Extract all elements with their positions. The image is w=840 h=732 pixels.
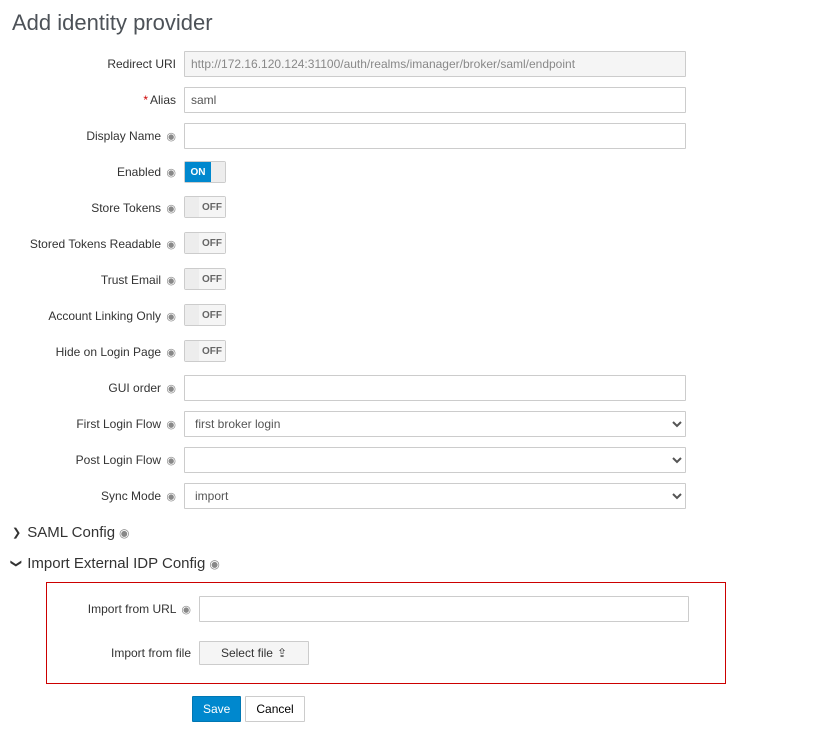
enabled-label: Enabled [117, 165, 161, 179]
help-icon[interactable]: ◉ [166, 491, 176, 503]
import-from-file-label: Import from file [111, 646, 191, 660]
redirect-uri-label: Redirect URI [107, 57, 176, 71]
hide-on-login-toggle[interactable]: OFF [184, 340, 226, 362]
help-icon[interactable]: ◉ [166, 131, 176, 143]
chevron-right-icon: ❯ [12, 526, 21, 539]
stored-tokens-readable-label: Stored Tokens Readable [30, 237, 161, 251]
help-icon[interactable]: ◉ [166, 383, 176, 395]
help-icon[interactable]: ◉ [166, 203, 176, 215]
store-tokens-toggle[interactable]: OFF [184, 196, 226, 218]
account-linking-only-toggle[interactable]: OFF [184, 304, 226, 326]
required-marker: * [143, 93, 148, 107]
enabled-toggle[interactable]: ON [184, 161, 226, 183]
chevron-down-icon: ❯ [10, 559, 23, 568]
help-icon[interactable]: ◉ [181, 604, 191, 616]
save-button[interactable]: Save [192, 696, 241, 722]
sync-mode-label: Sync Mode [101, 489, 161, 503]
stored-tokens-readable-toggle[interactable]: OFF [184, 232, 226, 254]
help-icon[interactable]: ◉ [119, 526, 129, 540]
store-tokens-label: Store Tokens [91, 201, 161, 215]
import-from-url-label: Import from URL [88, 602, 176, 616]
help-icon[interactable]: ◉ [166, 167, 176, 179]
help-icon[interactable]: ◉ [166, 311, 176, 323]
gui-order-input[interactable] [184, 375, 686, 401]
page-title: Add identity provider [12, 10, 828, 36]
upload-icon: ⇪ [277, 646, 287, 660]
trust-email-label: Trust Email [101, 273, 161, 287]
hide-on-login-label: Hide on Login Page [56, 345, 161, 359]
first-login-flow-label: First Login Flow [76, 417, 161, 431]
account-linking-only-label: Account Linking Only [48, 309, 161, 323]
help-icon[interactable]: ◉ [166, 275, 176, 287]
display-name-input[interactable] [184, 123, 686, 149]
alias-input[interactable] [184, 87, 686, 113]
saml-config-section-header[interactable]: ❯ SAML Config ◉ [12, 524, 828, 541]
gui-order-label: GUI order [108, 381, 161, 395]
import-external-section-header[interactable]: ❯ Import External IDP Config ◉ [12, 555, 828, 572]
sync-mode-select[interactable]: import [184, 483, 686, 509]
first-login-flow-select[interactable]: first broker login [184, 411, 686, 437]
post-login-flow-label: Post Login Flow [76, 453, 161, 467]
help-icon[interactable]: ◉ [166, 239, 176, 251]
help-icon[interactable]: ◉ [166, 419, 176, 431]
import-external-config-box: Import from URL ◉ Import from file Selec… [46, 582, 726, 684]
redirect-uri-input [184, 51, 686, 77]
trust-email-toggle[interactable]: OFF [184, 268, 226, 290]
select-file-button[interactable]: Select file ⇪ [199, 641, 309, 665]
display-name-label: Display Name [86, 129, 161, 143]
help-icon[interactable]: ◉ [166, 347, 176, 359]
alias-label: Alias [150, 93, 176, 107]
post-login-flow-select[interactable] [184, 447, 686, 473]
help-icon[interactable]: ◉ [166, 455, 176, 467]
cancel-button[interactable]: Cancel [245, 696, 304, 722]
import-from-url-input[interactable] [199, 596, 689, 622]
